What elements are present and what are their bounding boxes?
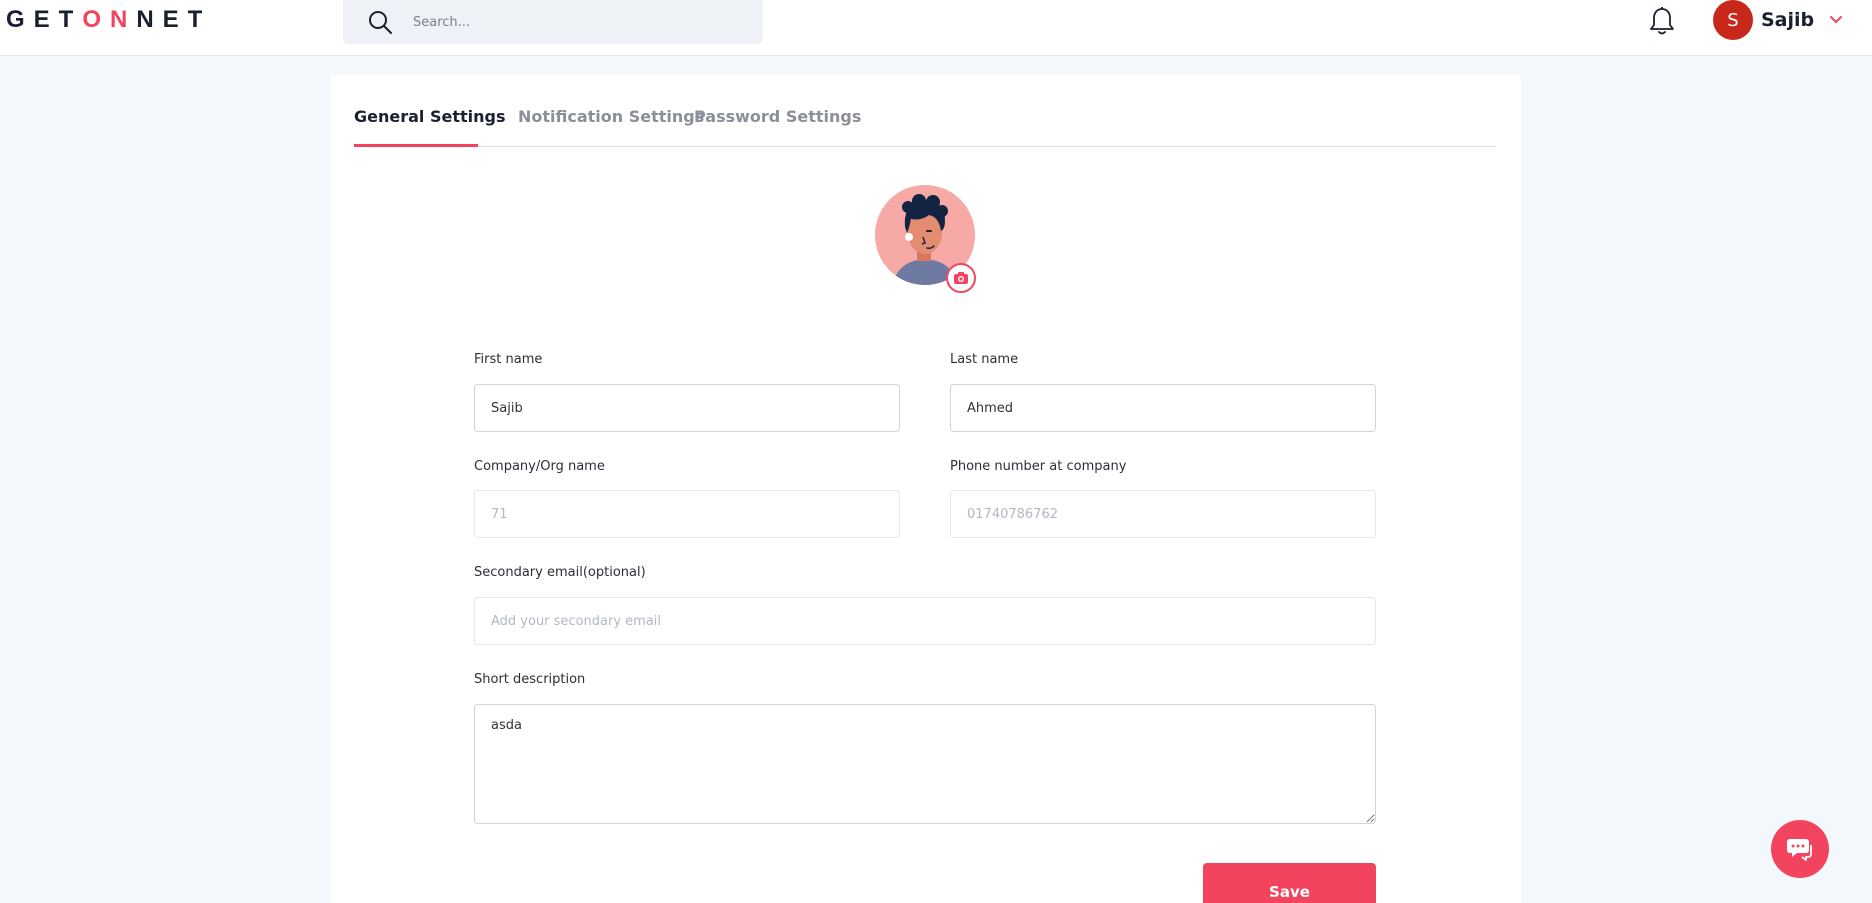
last-name-label: Last name: [950, 352, 1019, 367]
change-photo-button[interactable]: [946, 263, 976, 293]
logo-part-3: NET: [136, 6, 212, 33]
user-menu[interactable]: S Sajib: [1713, 0, 1844, 40]
phone-number-field[interactable]: [950, 490, 1376, 538]
company-name-field[interactable]: [474, 490, 900, 538]
logo[interactable]: GET ON NET: [6, 6, 211, 34]
secondary-email-label: Secondary email(optional): [474, 565, 646, 580]
avatar: S: [1713, 0, 1753, 40]
chat-button[interactable]: [1771, 820, 1829, 878]
settings-card: General Settings Notification Settings P…: [330, 75, 1521, 903]
tab-password-settings[interactable]: Password Settings: [694, 107, 861, 147]
short-description-field[interactable]: asda: [474, 704, 1376, 824]
search-icon[interactable]: [367, 9, 393, 35]
bell-icon[interactable]: [1648, 6, 1676, 36]
phone-number-label: Phone number at company: [950, 459, 1127, 474]
top-bar: GETONNET S Sajib: [0, 0, 1872, 56]
search-input[interactable]: [413, 8, 743, 36]
last-name-field[interactable]: [950, 384, 1376, 432]
logo-part-2: ON: [82, 6, 137, 33]
camera-icon: [954, 272, 968, 284]
short-description-label: Short description: [474, 672, 586, 687]
save-button[interactable]: Save: [1203, 863, 1376, 903]
tab-notification-settings[interactable]: Notification Settings: [518, 107, 704, 147]
chevron-down-icon[interactable]: [1828, 12, 1844, 28]
user-name: Sajib: [1761, 9, 1815, 31]
secondary-email-field[interactable]: [474, 597, 1376, 645]
search-bar: [343, 0, 763, 44]
company-name-label: Company/Org name: [474, 459, 605, 474]
settings-tabs: General Settings Notification Settings P…: [354, 75, 1496, 147]
first-name-label: First name: [474, 352, 543, 367]
tab-general-settings[interactable]: General Settings: [354, 107, 506, 147]
first-name-field[interactable]: [474, 384, 900, 432]
chat-icon: [1787, 839, 1812, 861]
logo-part-1: GET: [6, 6, 83, 33]
